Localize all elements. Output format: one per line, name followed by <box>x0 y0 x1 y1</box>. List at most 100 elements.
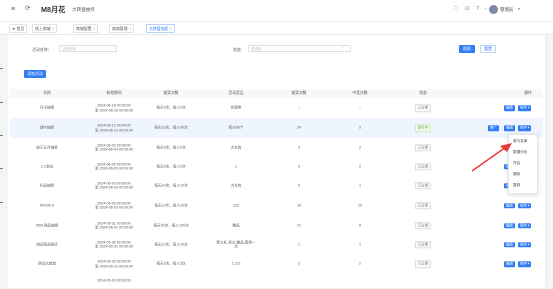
column-header-prize: 活动奖品 <box>228 90 244 95</box>
period-line: 至 2024-06-01 00:00:00 <box>95 225 133 230</box>
status-label: 状态： <box>233 47 245 52</box>
tab-mall-config[interactable]: 商城配置 × <box>73 24 99 33</box>
lock-icon[interactable]: ⊡ <box>465 6 470 13</box>
cell-draws: 5 <box>298 183 300 188</box>
status-select[interactable]: 请选择 <box>248 45 351 52</box>
cell-draws: 21 <box>297 223 301 228</box>
edit-button[interactable]: 编辑 <box>504 105 515 111</box>
cell-draws: 3 <box>298 164 300 169</box>
cell-times: 每天0次，每人0次 <box>156 105 186 110</box>
cell-name: 端午抽奖 <box>39 125 55 130</box>
column-header-times: 抽奖次数 <box>163 90 179 95</box>
edit-button[interactable]: 编辑 <box>504 202 515 209</box>
tab-lucky-wheel[interactable]: 大转盘抽奖 × <box>146 24 176 33</box>
column-header-period: 有效期间 <box>106 90 122 95</box>
cell-period: 2024-06-18 00:00:00 至 2024-06-19 00:00:00 <box>95 103 133 112</box>
menu-item-copy[interactable]: 复制 <box>513 183 520 188</box>
menu-item-enable[interactable]: 开启 <box>513 161 520 166</box>
scrollbar[interactable] <box>545 35 548 287</box>
table-row: 测试大转盘 2024-05-30 00:00:00 至 2024-05-31 00:… <box>10 254 543 275</box>
cell-wins: 2 <box>359 145 361 150</box>
status-badge: 已过期 <box>414 143 432 152</box>
period-line: 2024-06-03 00:00:00 <box>97 142 131 147</box>
edit-button[interactable]: 编辑 <box>504 222 515 229</box>
cell-prize: 大礼包 <box>230 183 242 188</box>
tab-label: 大转盘抽奖 <box>149 26 169 31</box>
tab-home[interactable]: ★首页 <box>9 24 28 33</box>
bell-icon[interactable]: ◔ <box>484 6 486 11</box>
cell-period: 2024-05-30 00:00:00 至 2024-05-31 00:00:00 <box>95 240 133 249</box>
activity-name-label: 活动名称： <box>32 47 52 52</box>
table-row: 测试商品测试 2024-05-30 00:00:00 至 2024-05-31 00… <box>10 235 543 255</box>
status-badge: 已过期 <box>414 201 432 210</box>
edit-button[interactable]: 编辑 <box>504 241 515 248</box>
more-actions-button[interactable]: 操作 ▾ <box>518 202 532 209</box>
period-line: 2024-06-03 00:00:00 <box>97 180 131 185</box>
more-actions-button[interactable]: 操作 ▾ <box>518 241 532 248</box>
cell-prize: 赠品 <box>232 223 240 228</box>
page-subtitle: 大转盘抽奖 <box>72 6 95 12</box>
promote-button[interactable]: 推广 <box>488 125 499 131</box>
edit-button[interactable]: 编辑 <box>504 125 515 131</box>
sidebar-marker <box>0 202 3 203</box>
menu-item-data-analysis[interactable]: 数据分析 <box>513 150 527 155</box>
more-actions-button[interactable]: 操作 ▾ <box>518 261 532 267</box>
cell-prize: 优惠劵 <box>230 105 242 110</box>
search-button[interactable]: 搜索 <box>459 45 475 53</box>
more-actions-button[interactable]: 操作 ▾ <box>518 105 532 111</box>
chevron-down-icon: ⌄ <box>342 45 346 49</box>
sidebar-marker <box>0 135 3 136</box>
close-icon[interactable]: × <box>129 27 131 31</box>
cell-name: M4100.5 <box>40 203 54 208</box>
status-badge: 已过期 <box>414 162 432 171</box>
cell-wins: -- <box>358 105 362 110</box>
user-name[interactable]: 管理员 <box>500 7 513 12</box>
cell-draws: 24 <box>297 125 301 130</box>
menu-toggle-icon[interactable]: ≡ <box>11 6 15 13</box>
add-activity-button[interactable]: 添加活动 <box>24 70 46 78</box>
column-header-name: 名称 <box>43 90 51 95</box>
period-line: 至 2024-05-31 00:00:00 <box>95 264 133 268</box>
menu-item-participants[interactable]: 参与名单 <box>513 139 527 144</box>
status-badge: 进行中 <box>414 124 432 132</box>
menu-item-delete[interactable]: 删除 <box>513 172 520 177</box>
refresh-icon[interactable]: ⟳ <box>25 5 30 13</box>
cell-period: 2024-05-30 00:00:00 <box>97 279 130 284</box>
fullscreen-icon[interactable]: ⛶ <box>454 6 458 13</box>
more-actions-button[interactable]: 操作 ▾ <box>518 222 532 229</box>
period-line: 至 2024-06-04 00:00:00 <box>95 147 133 152</box>
close-icon[interactable]: × <box>170 27 172 31</box>
cell-name: 测试大转盘 <box>38 261 56 266</box>
cell-wins: 10 <box>358 203 362 208</box>
more-actions-button[interactable]: 操作 ▾ <box>518 125 532 131</box>
chevron-down-icon[interactable]: ▾ <box>518 7 520 12</box>
edit-button[interactable]: 编辑 <box>504 261 515 267</box>
help-icon[interactable]: ? <box>476 6 479 13</box>
tab-mall-manage[interactable]: 商城管理 × <box>109 24 135 33</box>
reset-button[interactable]: 重置 <box>480 45 496 53</box>
cell-name: 2.1测试 <box>40 164 54 169</box>
period-line: 至 2024-06-03 00:00:00 <box>95 166 133 171</box>
sidebar-marker <box>0 168 3 169</box>
close-icon[interactable]: × <box>52 27 54 31</box>
cell-prize: 积分50个 <box>228 125 244 130</box>
period-line: 至 2024-06-19 00:00:00 <box>95 108 133 112</box>
cell-draws: 16 <box>297 203 301 208</box>
cell-draws: 1 <box>298 242 300 247</box>
annotation-arrow-icon <box>471 143 512 172</box>
main-panel: 活动名称： 活动名称 状态： 请选择 ⌄ 搜索 重置 添加活动 名称 有效期间 … <box>8 35 545 289</box>
period-line: 至 2024-06-03 00:00:00 <box>95 205 133 210</box>
cell-prize: 1,122 <box>231 261 241 266</box>
column-header-wins: 中奖次数 <box>352 90 368 95</box>
tab-label: 商城管理 <box>112 26 128 31</box>
cell-period: 2024-05-30 00:00:00 至 2024-05-31 00:00:00 <box>95 259 133 268</box>
activity-name-input[interactable]: 活动名称 <box>59 45 117 52</box>
tab-online-mall[interactable]: 线上商城 × <box>32 24 58 33</box>
close-icon[interactable]: × <box>93 27 95 31</box>
tab-label: 线上商城 <box>35 26 51 31</box>
table-row: 礼品抽奖 2024-06-03 00:00:00 至 2024-06-03 00:0… <box>10 176 543 196</box>
cell-name: 成于五月抽奖 <box>36 145 58 150</box>
period-line: 2024-06-18 00:00:00 <box>97 103 131 108</box>
sidebar-marker <box>0 68 3 69</box>
avatar[interactable] <box>489 5 498 14</box>
